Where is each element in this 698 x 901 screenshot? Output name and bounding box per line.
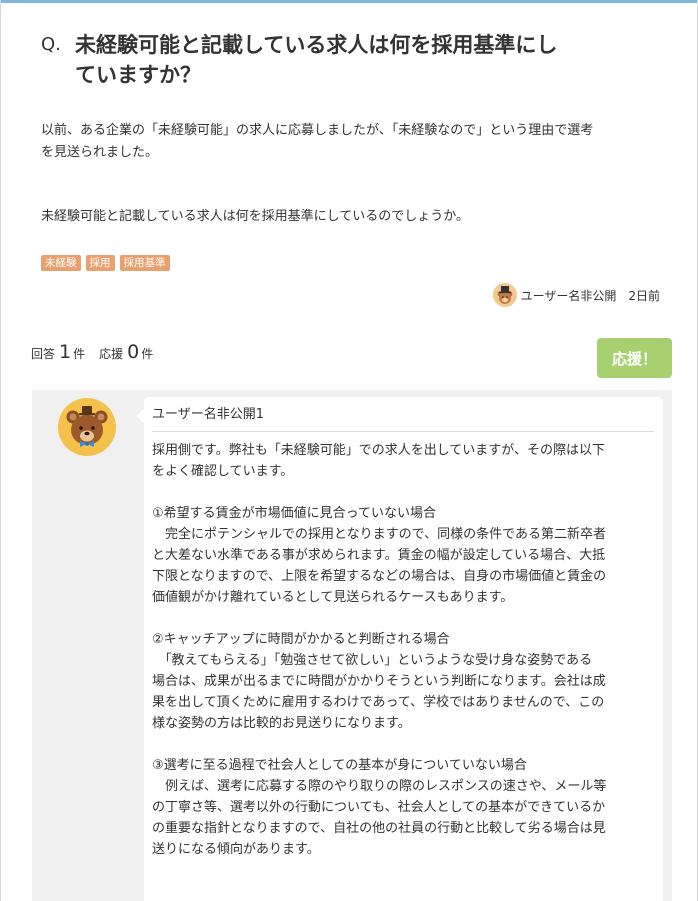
answer-line: 完全にポテンシャルでの採用となりますので、同様の条件である第二新卒者: [152, 527, 606, 542]
cheer-count-label: 応援: [99, 347, 124, 361]
tag-list: 未経験 採用 採用基準: [41, 255, 170, 271]
answer-card: ユーザー名非公開1 採用側です。弊社も「未経験可能」での求人を出していますが、そ…: [144, 397, 663, 901]
question-body-line: 未経験可能と記載している求人は何を採用基準にしているのでしょうか。: [41, 209, 469, 224]
cheer-count: 0: [127, 341, 140, 363]
answer-author: ユーザー名非公開1: [152, 405, 654, 432]
answer-section: ユーザー名非公開1 採用側です。弊社も「未経験可能」での求人を出していますが、そ…: [32, 390, 672, 901]
cheer-count-unit: 件: [141, 347, 154, 361]
answer-line: の丁寧さ等、選考以外の行動についても、社会人としての基本ができているか: [152, 800, 606, 815]
answer-line: ③選考に至る過程で社会人としての基本が身についていない場合: [152, 758, 527, 773]
answer-line: と大差ない水準である事が求められます。賃金の幅が設定している場合、大抵: [152, 548, 606, 563]
answer-line: 下限となりますので、上限を希望するなどの場合は、自身の市場価値と賃金の: [152, 569, 607, 584]
asker-info: ユーザー名非公開 2日前: [492, 283, 660, 307]
answer-line: 「教えてもらえる」「勉強させて欲しい」というような受け身な姿勢である: [152, 653, 593, 668]
answer-line: ②キャッチアップに時間がかかると判断される場合: [152, 632, 450, 647]
question-title-line2: ていますか？: [75, 63, 201, 87]
answer-body: 採用側です。弊社も「未経験可能」での求人を出していますが、その際は以下 をよく確…: [152, 440, 650, 860]
question-title: 未経験可能と記載している求人は何を採用基準にし ていますか？: [75, 30, 641, 90]
tag-mikeiken[interactable]: 未経験: [41, 255, 81, 271]
bear-with-hat-icon: [492, 283, 517, 307]
answer-count-label: 回答: [31, 347, 56, 361]
question-title-line1: 未経験可能と記載している求人は何を採用基準にし: [75, 33, 558, 57]
answer-line: の重要な指針となりますので、自社の他の社員の行動と比較して劣る場合は見: [152, 821, 606, 836]
answer-line: 果を出して頂くために雇用するわけであって、学校ではありませんので、この: [152, 695, 605, 710]
answer-line: 例えば、選考に応募する際のやり取りの際のレスポンスの速さや、メール等: [152, 779, 607, 794]
question-body: 以前、ある企業の「未経験可能」の求人に応募しましたが、「未経験なので」という理由…: [41, 120, 661, 228]
frame-border-left: [0, 0, 1, 901]
answer-line: 場合は、成果が出るまでに時間がかかりそうという判断になります。会社は成: [152, 674, 606, 689]
asker-name: ユーザー名非公開: [520, 288, 617, 303]
question-header: Q. 未経験可能と記載している求人は何を採用基準にし ていますか？: [41, 30, 641, 90]
answer-count: 1: [59, 341, 72, 363]
question-body-line: 以前、ある企業の「未経験可能」の求人に応募しましたが、「未経験なので」という理由…: [41, 123, 594, 138]
tag-saiyou[interactable]: 採用: [85, 255, 115, 271]
question-body-line: を見送られました。: [41, 145, 159, 160]
top-accent-line: [0, 0, 698, 3]
answer-line: ①希望する賃金が市場価値に見合っていない場合: [152, 506, 437, 521]
question-mark: Q.: [41, 34, 61, 55]
answer-line: 様な姿勢の方は比較的お見送りになります。: [152, 716, 411, 731]
stats-bar: 回答 1 件 応援 0 件: [31, 341, 153, 363]
bear-with-bowtie-icon: [58, 398, 116, 456]
answer-line: 価値観がかけ離れているとして見送られるケースもあります。: [152, 590, 514, 605]
answer-line: 採用側です。弊社も「未経験可能」での求人を出していますが、その際は以下: [152, 443, 606, 458]
tag-saiyou-kijun[interactable]: 採用基準: [119, 255, 170, 271]
answer-line: をよく確認しています。: [152, 464, 294, 479]
answer-count-unit: 件: [73, 347, 86, 361]
posted-date: 2日前: [628, 288, 660, 303]
answer-line: 送りになる傾向があります。: [152, 842, 320, 857]
cheer-button[interactable]: 応援！: [597, 338, 672, 378]
